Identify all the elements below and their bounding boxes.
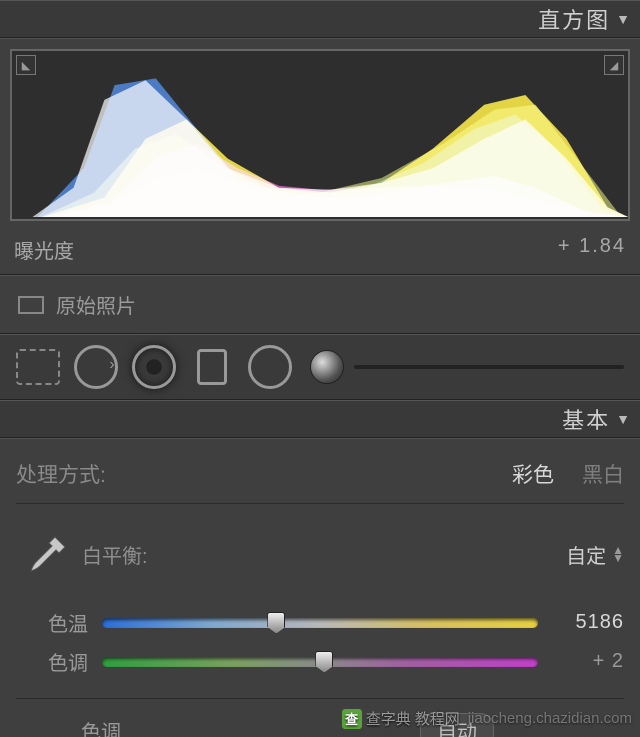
temp-slider-row: 色温 5186 [16, 608, 624, 637]
basic-panel-header[interactable]: 基本 ▼ [0, 400, 640, 438]
white-balance-preset-value: 自定 [566, 540, 606, 569]
white-balance-eyedropper-icon[interactable] [16, 530, 80, 578]
slider-thumb[interactable] [267, 612, 285, 634]
redeye-tool-icon[interactable] [132, 345, 176, 389]
temp-slider-label: 色温 [16, 608, 88, 637]
wb-sliders-block: 色温 5186 色调 + 2 [16, 588, 624, 699]
tint-slider[interactable] [102, 657, 538, 667]
watermark-logo-icon: 查 [342, 709, 362, 729]
histogram-graph[interactable]: ◣ ◢ [10, 49, 630, 221]
original-photo-checkbox[interactable] [18, 296, 44, 314]
histogram-panel-title: 直方图 [538, 3, 610, 35]
brush-size-track[interactable] [354, 365, 624, 369]
temp-slider-value[interactable]: 5186 [552, 611, 624, 634]
histogram-readout: 曝光度 + 1.84 [0, 231, 640, 274]
tint-slider-value[interactable]: + 2 [552, 650, 624, 673]
original-photo-row[interactable]: 原始照片 [0, 275, 640, 334]
collapse-triangle-icon: ▼ [616, 11, 630, 27]
radial-filter-tool-icon[interactable] [248, 345, 292, 389]
white-balance-preset-select[interactable]: 自定 ▲▼ [566, 540, 624, 569]
brush-size-slider[interactable] [310, 350, 624, 384]
updown-icon: ▲▼ [612, 546, 624, 562]
white-balance-row: 白平衡: 自定 ▲▼ [16, 514, 624, 578]
basic-panel-title: 基本 [562, 403, 610, 435]
treatment-row: 处理方式: 彩色 黑白 [16, 453, 624, 504]
treatment-label: 处理方式: [16, 459, 106, 489]
histogram-svg [12, 51, 628, 219]
watermark-sub: 教程网 [415, 708, 460, 729]
basic-panel-body: 处理方式: 彩色 黑白 白平衡: 自定 ▲▼ 色温 5186 色调 [0, 438, 640, 737]
temp-slider[interactable] [102, 618, 538, 628]
local-adjust-toolstrip [0, 334, 640, 400]
original-photo-label: 原始照片 [56, 290, 136, 319]
tint-slider-label: 色调 [16, 647, 88, 676]
histogram-readout-value: + 1.84 [558, 235, 626, 264]
watermark-site: 查字典 [366, 708, 411, 729]
spot-removal-tool-icon[interactable] [74, 345, 118, 389]
tint-slider-row: 色调 + 2 [16, 647, 624, 676]
graduated-filter-tool-icon[interactable] [190, 345, 234, 389]
histogram-section: ◣ ◢ 曝光度 + 1.84 [0, 38, 640, 275]
adjustment-brush-tool-icon[interactable] [310, 350, 344, 384]
collapse-triangle-icon: ▼ [616, 411, 630, 427]
tone-section-label: 色调 [16, 716, 186, 737]
histogram-readout-label: 曝光度 [14, 235, 74, 264]
treatment-color-option[interactable]: 彩色 [512, 459, 554, 489]
crop-tool-icon[interactable] [16, 349, 60, 385]
histogram-panel-header[interactable]: 直方图 ▼ [0, 0, 640, 38]
watermark-url: jiaocheng.chazidian.com [468, 710, 632, 727]
slider-thumb[interactable] [315, 651, 333, 673]
white-balance-label: 白平衡: [82, 540, 148, 569]
watermark: 查 查字典 教程网 jiaocheng.chazidian.com [342, 708, 632, 729]
treatment-bw-option[interactable]: 黑白 [582, 459, 624, 489]
